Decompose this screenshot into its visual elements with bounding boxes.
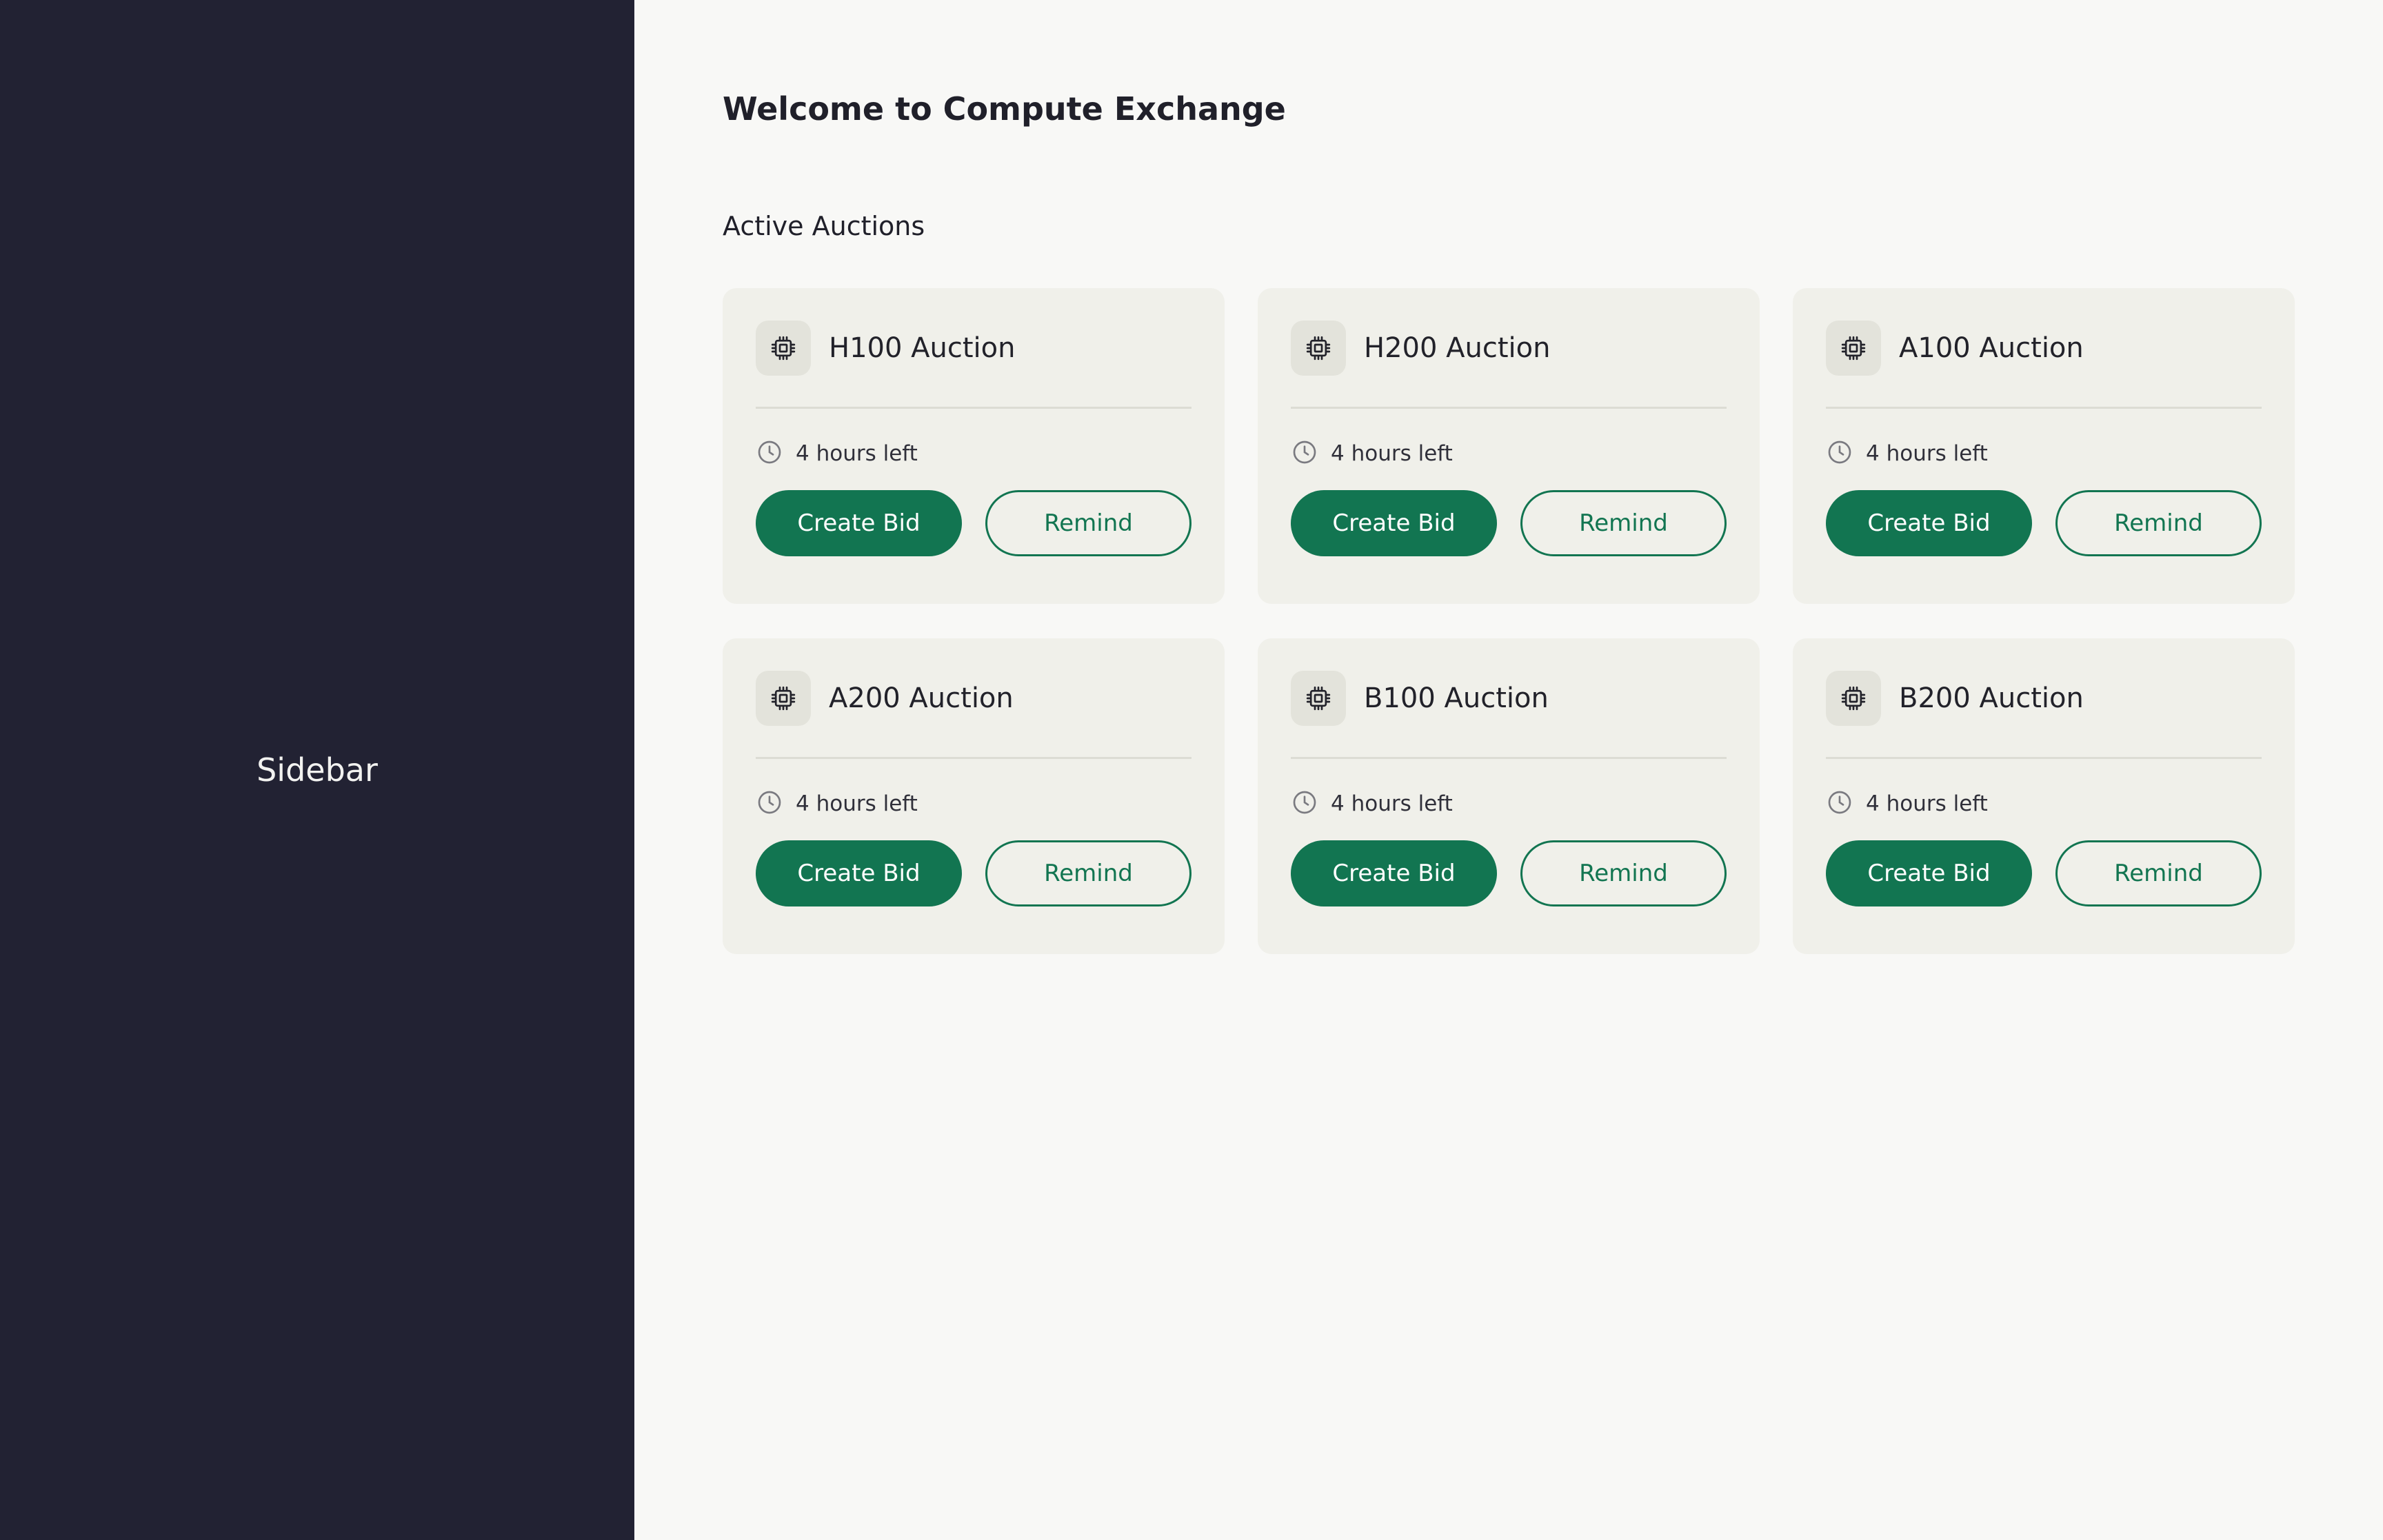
auction-card: A200 Auction 4 hours left Create Bid Rem… [723,638,1225,954]
remind-button[interactable]: Remind [1520,490,1727,556]
sidebar: Sidebar [0,0,634,1540]
time-left-text: 4 hours left [1331,791,1453,816]
create-bid-button[interactable]: Create Bid [1291,840,1497,906]
main-content: Welcome to Compute Exchange Active Aucti… [634,0,2383,1540]
auction-title: A100 Auction [1899,332,2084,364]
auction-card-header: A100 Auction [1826,320,2262,409]
time-remaining: 4 hours left [1826,789,2262,818]
auction-title: A200 Auction [829,682,1014,714]
remind-button[interactable]: Remind [2055,490,2262,556]
auction-card-header: A200 Auction [756,670,1192,759]
auction-title: B200 Auction [1899,682,2084,714]
page-title: Welcome to Compute Exchange [723,90,1286,128]
time-left-text: 4 hours left [796,441,918,466]
auction-actions: Create Bid Remind [756,840,1192,906]
auction-title: B100 Auction [1364,682,1549,714]
remind-button[interactable]: Remind [1520,840,1727,906]
clock-icon [756,438,783,469]
create-bid-button[interactable]: Create Bid [1826,490,2032,556]
cpu-chip-icon [756,321,811,376]
time-left-text: 4 hours left [1331,441,1453,466]
time-remaining: 4 hours left [1291,439,1727,468]
cpu-chip-icon [1291,671,1346,726]
sidebar-label: Sidebar [257,751,378,789]
auction-card: B100 Auction 4 hours left Create Bid Rem… [1258,638,1760,954]
cpu-chip-icon [756,671,811,726]
cpu-chip-icon [1826,671,1881,726]
cpu-chip-icon [1291,321,1346,376]
time-remaining: 4 hours left [756,439,1192,468]
create-bid-button[interactable]: Create Bid [1826,840,2032,906]
auction-title: H200 Auction [1364,332,1551,364]
clock-icon [1826,789,1853,819]
auction-actions: Create Bid Remind [756,490,1192,556]
auction-actions: Create Bid Remind [1291,840,1727,906]
auction-card-header: H100 Auction [756,320,1192,409]
clock-icon [1291,438,1318,469]
create-bid-button[interactable]: Create Bid [1291,490,1497,556]
time-left-text: 4 hours left [1866,441,1988,466]
section-title: Active Auctions [723,211,925,241]
cpu-chip-icon [1826,321,1881,376]
remind-button[interactable]: Remind [985,490,1192,556]
auction-card: B200 Auction 4 hours left Create Bid Rem… [1793,638,2295,954]
auction-actions: Create Bid Remind [1826,840,2262,906]
clock-icon [756,789,783,819]
auction-card-header: H200 Auction [1291,320,1727,409]
auction-title: H100 Auction [829,332,1016,364]
auction-actions: Create Bid Remind [1826,490,2262,556]
create-bid-button[interactable]: Create Bid [756,840,962,906]
time-remaining: 4 hours left [756,789,1192,818]
time-left-text: 4 hours left [1866,791,1988,816]
auction-card: H200 Auction 4 hours left Create Bid Rem… [1258,288,1760,604]
clock-icon [1291,789,1318,819]
remind-button[interactable]: Remind [985,840,1192,906]
auction-card-header: B200 Auction [1826,670,2262,759]
app-window: Sidebar Welcome to Compute Exchange Acti… [0,0,2383,1540]
create-bid-button[interactable]: Create Bid [756,490,962,556]
auction-card-header: B100 Auction [1291,670,1727,759]
remind-button[interactable]: Remind [2055,840,2262,906]
auction-card: H100 Auction 4 hours left Create Bid Rem… [723,288,1225,604]
clock-icon [1826,438,1853,469]
time-remaining: 4 hours left [1826,439,2262,468]
auction-grid: H100 Auction 4 hours left Create Bid Rem… [723,288,2295,954]
auction-card: A100 Auction 4 hours left Create Bid Rem… [1793,288,2295,604]
auction-actions: Create Bid Remind [1291,490,1727,556]
time-remaining: 4 hours left [1291,789,1727,818]
time-left-text: 4 hours left [796,791,918,816]
